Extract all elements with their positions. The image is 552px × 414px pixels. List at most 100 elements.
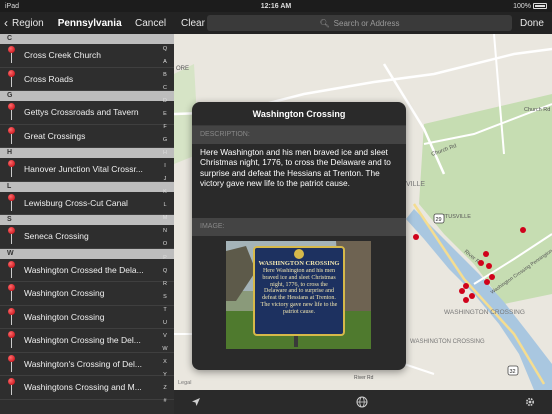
index-letter[interactable]: G <box>163 137 167 143</box>
list-item-label: Washington Crossing <box>24 288 105 299</box>
search-placeholder: Search or Address <box>333 18 400 28</box>
index-letter[interactable]: L <box>163 202 166 208</box>
chevron-left-icon: ‹ <box>4 16 8 30</box>
index-letter[interactable]: Q <box>163 46 167 52</box>
index-letter[interactable]: B <box>163 72 167 78</box>
map-pin[interactable] <box>459 288 465 294</box>
status-bar: iPad 12:16 AM 100% <box>0 0 552 12</box>
list-item[interactable]: Washington Crossing the Del... <box>0 329 174 353</box>
map-pin-icon <box>0 158 24 181</box>
list-item-label: Cross Roads <box>24 73 74 84</box>
index-letter[interactable]: F <box>163 124 166 130</box>
locate-me-button[interactable] <box>188 394 204 410</box>
list-item[interactable]: Washington's Crossing of Del... <box>0 353 174 376</box>
index-letter[interactable]: H <box>163 150 167 156</box>
index-letter[interactable]: # <box>163 398 166 404</box>
clear-button[interactable]: Clear <box>181 18 205 29</box>
map-pin[interactable] <box>463 283 469 289</box>
index-letter[interactable]: A <box>163 59 167 65</box>
index-letter[interactable]: O <box>163 241 167 247</box>
list-item[interactable]: Hanover Junction Vital Crossr... <box>0 158 174 182</box>
list-item[interactable]: Washington Crossing <box>0 282 174 306</box>
list-item-label: Hanover Junction Vital Crossr... <box>24 164 143 175</box>
map-label: TITUSVILLE <box>440 214 471 220</box>
index-letter[interactable]: V <box>163 333 167 339</box>
map-toolbar <box>174 390 552 414</box>
map-type-button[interactable] <box>354 394 370 410</box>
map-pin-icon <box>0 225 24 248</box>
plaque-text: Here Washington and his men braved ice a… <box>260 268 338 315</box>
section-header-w: W <box>0 248 174 259</box>
map-pin[interactable] <box>478 260 484 266</box>
gear-icon <box>525 397 535 407</box>
plaque-title: WASHINGTON CROSSING <box>259 260 340 267</box>
map-pin-icon <box>0 306 24 329</box>
done-button[interactable]: Done <box>520 18 544 29</box>
route-number: 29 <box>436 217 442 223</box>
list-item[interactable]: Lewisburg Cross-Cut Canal <box>0 192 174 215</box>
list-item-label: Washington Crossing the Del... <box>24 335 141 346</box>
index-letter[interactable]: Q <box>163 268 167 274</box>
list-item-label: Cross Creek Church <box>24 50 101 61</box>
list-item[interactable]: Washingtons Crossing and M... <box>0 376 174 400</box>
marker-photo[interactable]: WASHINGTON CROSSING Here Washington and … <box>226 241 371 349</box>
map-pin[interactable] <box>469 293 475 299</box>
list-item[interactable]: Cross Creek Church <box>0 44 174 68</box>
map-label: Church Rd <box>524 107 550 113</box>
index-letter[interactable]: S <box>163 294 167 300</box>
map-label: WASHINGTON CROSSING <box>410 339 485 345</box>
index-letter[interactable]: C <box>163 85 167 91</box>
index-letter[interactable]: D <box>163 98 167 104</box>
index-letter[interactable]: T <box>163 307 166 313</box>
index-letter[interactable]: X <box>163 359 167 365</box>
index-letter[interactable]: N <box>163 228 167 234</box>
section-header-h: H <box>0 148 174 158</box>
index-letter[interactable]: W <box>162 346 167 352</box>
settings-button[interactable] <box>522 394 538 410</box>
index-letter[interactable]: Y <box>163 372 167 378</box>
description-label: DESCRIPTION: <box>192 126 406 144</box>
index-letter[interactable]: K <box>163 189 167 195</box>
index-letter[interactable]: I <box>164 163 166 169</box>
section-header-s: S <box>0 215 174 225</box>
image-label: IMAGE: <box>192 218 406 236</box>
map-label: WASHINGTON CROSSING <box>444 309 525 316</box>
clock: 12:16 AM <box>260 2 292 10</box>
index-letter[interactable]: E <box>163 111 167 117</box>
legal-link[interactable]: Legal <box>178 380 191 386</box>
map-pin[interactable] <box>484 279 490 285</box>
map-pin[interactable] <box>483 251 489 257</box>
state-seal-icon <box>294 249 304 259</box>
list-item[interactable]: Washington Crossing <box>0 306 174 329</box>
map-pin[interactable] <box>413 234 419 240</box>
cancel-button[interactable]: Cancel <box>135 18 166 29</box>
list-item-label: Washingtons Crossing and M... <box>24 382 142 393</box>
index-letter[interactable]: J <box>164 176 167 182</box>
list-item[interactable]: Cross Roads <box>0 68 174 91</box>
index-letter[interactable]: M <box>163 215 168 221</box>
battery-icon <box>533 2 547 9</box>
map-pin[interactable] <box>486 263 492 269</box>
map-pin[interactable] <box>520 227 526 233</box>
list-item-label: Great Crossings <box>24 130 86 141</box>
list-item[interactable]: Washington Crossed the Dela... <box>0 259 174 282</box>
search-input[interactable]: 🔍︎ Search or Address <box>207 15 512 31</box>
list-item[interactable]: Great Crossings <box>0 125 174 148</box>
section-header-c: C <box>0 34 174 44</box>
list-item[interactable]: Seneca Crossing <box>0 225 174 249</box>
index-letter[interactable]: R <box>163 281 167 287</box>
map-pin-icon <box>0 282 24 305</box>
index-letter[interactable]: P <box>163 255 167 261</box>
region-back-button[interactable]: ‹ Region <box>4 16 44 30</box>
map-pin[interactable] <box>463 297 469 303</box>
list-item-label: Seneca Crossing <box>24 231 89 242</box>
section-index-bar[interactable]: Q A B C D E F G H I J K L M N O P Q R S T U V W X Y Z # <box>158 44 172 406</box>
park-area <box>419 94 552 304</box>
index-letter[interactable]: U <box>163 320 167 326</box>
page-title: Pennsylvania <box>57 17 122 29</box>
map-pin-icon <box>0 192 24 215</box>
map-pin[interactable] <box>489 274 495 280</box>
list-item[interactable]: Gettys Crossroads and Tavern <box>0 101 174 125</box>
list-item-label: Washington Crossed the Dela... <box>24 264 144 275</box>
index-letter[interactable]: Z <box>163 385 166 391</box>
